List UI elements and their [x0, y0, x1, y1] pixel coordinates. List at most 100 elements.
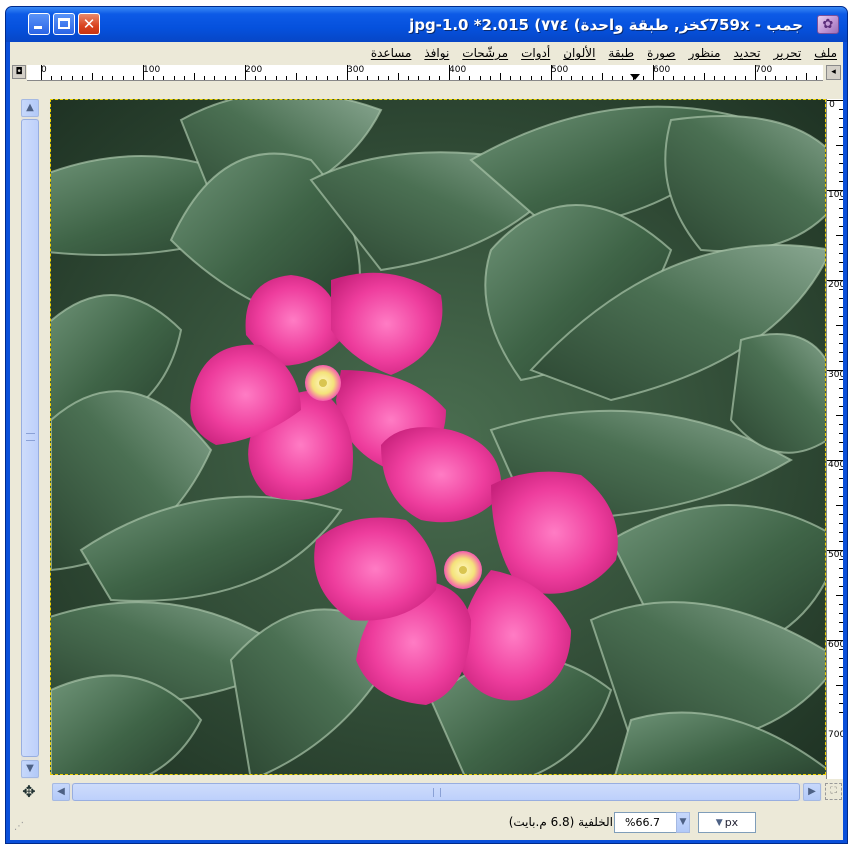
ruler-tick: [163, 76, 165, 80]
ruler-tick: [839, 307, 843, 308]
ruler-tick: [755, 65, 756, 80]
resize-grip-icon[interactable]: ⋰: [14, 821, 28, 835]
ruler-tick: [839, 451, 843, 452]
menu-view[interactable]: منظور: [689, 46, 721, 60]
ruler-tick: [839, 379, 843, 380]
menu-windows[interactable]: نوافذ: [424, 46, 449, 60]
ruler-tick: [839, 118, 843, 119]
ruler-tick: [839, 622, 843, 623]
zoom-to-window-icon[interactable]: ⛶: [825, 783, 842, 800]
horizontal-ruler[interactable]: 0 100 200 300 400 500 600 700: [27, 65, 823, 81]
ruler-tick: [839, 217, 843, 218]
menu-image[interactable]: صورة: [647, 46, 675, 60]
ruler-tick: [387, 76, 389, 80]
quick-mask-toggle-icon[interactable]: ◘: [12, 65, 26, 79]
ruler-tick: [827, 280, 843, 281]
ruler-tick: [839, 586, 843, 587]
ruler-tick: [224, 76, 226, 80]
ruler-tick: [489, 76, 491, 80]
ruler-tick: [839, 532, 843, 533]
ruler-tick: [71, 76, 73, 80]
ruler-tick: [153, 76, 155, 80]
hruler-label: 600: [653, 65, 671, 75]
ruler-tick: [839, 496, 843, 497]
scroll-up-icon[interactable]: ▲: [21, 99, 39, 117]
vruler-label: 400: [828, 460, 843, 470]
ruler-tick: [827, 190, 843, 191]
ruler-tick: [839, 433, 843, 434]
zoom-select[interactable]: %66.7 ▼: [614, 812, 690, 833]
ruler-tick: [816, 76, 818, 80]
ruler-tick: [530, 76, 532, 80]
ruler-tick: [839, 361, 843, 362]
title-bar[interactable]: ✕ جمب - 759xكخز, طبقة واحدة) ٧٧٤) 015.jp…: [6, 7, 847, 42]
ruler-tick: [357, 76, 359, 80]
vertical-scroll-thumb[interactable]: [21, 119, 39, 757]
vruler-label: 300: [828, 370, 843, 380]
ruler-tick: [336, 76, 338, 80]
ruler-tick: [839, 604, 843, 605]
ruler-tick: [839, 487, 843, 488]
ruler-tick: [571, 76, 573, 80]
ruler-tick: [839, 631, 843, 632]
scroll-right-icon[interactable]: ▶: [803, 783, 821, 801]
ruler-tick: [132, 76, 134, 80]
ruler-tick: [418, 76, 420, 80]
layer-info: الخلفية (6.8 م.بايت): [508, 815, 613, 829]
ruler-tick: [143, 65, 144, 80]
ruler-tick: [839, 208, 843, 209]
chevron-down-icon[interactable]: ▼: [676, 812, 690, 833]
minimize-icon: [34, 26, 42, 29]
ruler-tick: [214, 76, 216, 80]
menu-tools[interactable]: أدوات: [521, 46, 550, 60]
unit-select[interactable]: ▼ px: [698, 812, 756, 833]
hruler-label: 700: [755, 65, 773, 75]
menu-edit[interactable]: تحرير: [774, 46, 802, 60]
menu-filters[interactable]: مرشّحات: [462, 46, 508, 60]
ruler-tick: [255, 76, 257, 80]
menu-colors[interactable]: الألوان: [563, 46, 595, 60]
horizontal-scrollbar[interactable]: ◀ ▶: [52, 783, 822, 801]
ruler-tick: [642, 76, 644, 80]
ruler-tick: [561, 76, 563, 80]
ruler-tick: [839, 127, 843, 128]
navigate-icon[interactable]: ✥: [20, 783, 38, 801]
menu-layer[interactable]: طبقة: [608, 46, 634, 60]
image-canvas[interactable]: [50, 99, 826, 775]
maximize-button[interactable]: [53, 13, 75, 35]
ruler-tick: [245, 65, 246, 80]
vertical-scrollbar[interactable]: ▲ ▼: [21, 99, 39, 779]
ruler-tick: [428, 76, 430, 80]
ruler-tick: [510, 76, 512, 80]
ruler-tick: [265, 76, 267, 80]
ruler-tick: [839, 109, 843, 110]
ruler-tick: [839, 334, 843, 335]
ruler-tick: [591, 76, 593, 80]
menu-arrow-icon[interactable]: ◂: [826, 65, 841, 80]
ruler-tick: [839, 172, 843, 173]
chevron-down-icon: ▼: [715, 817, 723, 828]
close-button[interactable]: ✕: [78, 13, 100, 35]
ruler-tick: [839, 523, 843, 524]
ruler-tick: [806, 73, 807, 80]
vertical-ruler[interactable]: 0 100 200 300 400 500 600 700: [826, 99, 843, 779]
ruler-tick: [839, 649, 843, 650]
horizontal-scroll-thumb[interactable]: [72, 783, 800, 801]
ruler-tick: [839, 559, 843, 560]
scroll-down-icon[interactable]: ▼: [21, 760, 39, 778]
ruler-tick: [839, 226, 843, 227]
ruler-tick: [839, 271, 843, 272]
menu-file[interactable]: ملف: [814, 46, 837, 60]
ruler-tick: [326, 76, 328, 80]
menu-select[interactable]: تحديد: [733, 46, 760, 60]
ruler-tick: [296, 73, 297, 80]
ruler-tick: [827, 640, 843, 641]
status-bar: ⋰ الخلفية (6.8 م.بايت) %66.7 ▼ ▼ px: [10, 805, 843, 838]
ruler-tick: [785, 76, 787, 80]
scroll-left-icon[interactable]: ◀: [52, 783, 70, 801]
minimize-button[interactable]: [28, 13, 50, 35]
ruler-tick: [839, 424, 843, 425]
ruler-tick: [673, 76, 675, 80]
ruler-tick: [112, 76, 114, 80]
menu-help[interactable]: مساعدة: [371, 46, 412, 60]
